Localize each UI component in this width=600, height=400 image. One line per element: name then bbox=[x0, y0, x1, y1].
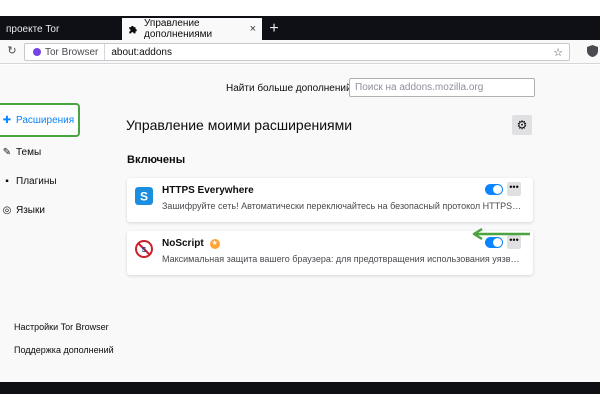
addons-page: ✚ Расширения ✎ Темы ▪ Плагины ◎ Языки На… bbox=[0, 65, 600, 382]
top-strip bbox=[0, 0, 600, 16]
extension-name: HTTPS Everywhere bbox=[162, 185, 254, 196]
sidebar: ✚ Расширения ✎ Темы ▪ Плагины ◎ Языки На… bbox=[0, 65, 120, 382]
recommended-badge-icon: ★ bbox=[209, 238, 220, 249]
extension-card-https-everywhere[interactable]: S HTTPS Everywhere Зашифруйте сеть! Авто… bbox=[127, 178, 533, 222]
section-heading-enabled: Включены bbox=[127, 154, 186, 166]
annotation-arrow-icon bbox=[472, 227, 530, 241]
identity-box[interactable]: Tor Browser bbox=[25, 44, 106, 60]
noscript-logo: S bbox=[135, 240, 153, 258]
tab-bar: проекте Tor Управление дополнениями × + bbox=[0, 0, 600, 40]
new-tab-button[interactable]: + bbox=[264, 18, 284, 40]
more-options-button[interactable]: ••• bbox=[507, 182, 521, 196]
url-bar[interactable]: Tor Browser about:addons ☆ bbox=[24, 43, 570, 61]
extension-description: Максимальная защита вашего браузера: для… bbox=[162, 254, 522, 264]
sidebar-item-plugins[interactable]: ▪ Плагины bbox=[2, 176, 57, 187]
close-tab-icon[interactable]: × bbox=[250, 23, 256, 35]
sidebar-item-languages[interactable]: ◎ Языки bbox=[2, 205, 45, 216]
extension-description: Зашифруйте сеть! Автоматически переключа… bbox=[162, 201, 522, 211]
sidebar-item-label: Плагины bbox=[16, 176, 57, 187]
svg-text:S: S bbox=[140, 190, 148, 204]
enable-toggle[interactable] bbox=[485, 184, 503, 195]
find-more-label: Найти больше дополнений bbox=[226, 83, 352, 94]
tab-label: Управление дополнениями bbox=[144, 18, 213, 40]
languages-icon: ◎ bbox=[2, 205, 12, 216]
page-title: Управление моими расширениями bbox=[126, 117, 353, 133]
addons-support-link[interactable]: Поддержка дополнений bbox=[2, 345, 114, 355]
bottom-margin bbox=[0, 394, 600, 400]
svg-text:S: S bbox=[142, 247, 147, 254]
reload-icon[interactable]: ↻ bbox=[4, 44, 20, 60]
url-text[interactable]: about:addons bbox=[105, 47, 172, 58]
plugin-icon: ▪ bbox=[5, 176, 9, 187]
sidebar-item-label: Расширения bbox=[16, 114, 75, 126]
tools-gear-button[interactable]: ⚙ bbox=[512, 115, 532, 135]
sidebar-item-label: Языки bbox=[16, 205, 45, 216]
tor-icon bbox=[33, 48, 41, 56]
search-input[interactable]: Поиск на addons.mozilla.org bbox=[349, 78, 535, 97]
toolbar-right bbox=[584, 43, 600, 59]
tab-addons-manager[interactable]: Управление дополнениями × bbox=[122, 18, 262, 40]
tor-browser-settings-link[interactable]: Настройки Tor Browser bbox=[2, 322, 109, 332]
brush-icon: ✎ bbox=[2, 147, 12, 158]
puzzle-icon bbox=[129, 25, 137, 34]
shield-icon[interactable] bbox=[584, 43, 600, 59]
sidebar-item-extensions[interactable]: ✚ Расширения bbox=[0, 103, 80, 137]
sidebar-item-label: Темы bbox=[16, 147, 42, 158]
sidebar-item-themes[interactable]: ✎ Темы bbox=[2, 147, 41, 158]
tab-tor-project[interactable]: проекте Tor bbox=[0, 18, 120, 40]
https-everywhere-logo: S bbox=[135, 187, 153, 205]
puzzle-icon: ✚ bbox=[2, 114, 12, 126]
footer-label: Настройки Tor Browser bbox=[14, 322, 109, 332]
identity-label: Tor Browser bbox=[45, 46, 99, 58]
extension-name: NoScript ★ bbox=[162, 238, 220, 249]
gear-icon: ⚙ bbox=[516, 118, 528, 132]
extension-name-text: NoScript bbox=[162, 238, 204, 249]
tab-label: проекте Tor bbox=[6, 23, 60, 35]
bookmark-star-icon[interactable]: ☆ bbox=[553, 46, 563, 59]
nav-bar: ↻ Tor Browser about:addons ☆ bbox=[0, 40, 600, 64]
footer-label: Поддержка дополнений bbox=[14, 345, 114, 355]
